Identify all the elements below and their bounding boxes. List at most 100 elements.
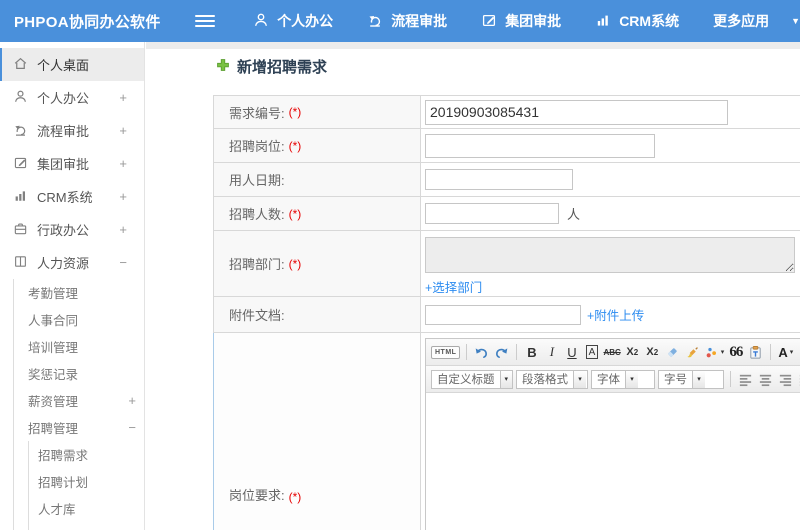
bold-button[interactable]: B: [523, 342, 540, 362]
main-content: 新增招聘需求 需求编号:(*) 招聘岗位:(*) 用人日期:: [146, 42, 800, 530]
font-style-button[interactable]: A: [585, 345, 599, 359]
redo-icon[interactable]: [493, 342, 510, 362]
custom-heading-select[interactable]: 自定义标题 ▾: [431, 369, 513, 389]
sidebar-item-workflow-approval[interactable]: 流程审批 +: [0, 114, 144, 147]
expand-icon[interactable]: +: [119, 156, 127, 171]
blockquote-button[interactable]: 66: [727, 342, 744, 362]
required-mark: (*): [288, 490, 302, 504]
user-icon: [13, 89, 28, 107]
superscript-button[interactable]: X2: [624, 342, 641, 362]
underline-button[interactable]: U: [563, 342, 580, 362]
department-textarea[interactable]: [425, 237, 795, 273]
expand-icon[interactable]: +: [119, 90, 127, 105]
paragraph-format-select[interactable]: 段落格式 ▾: [516, 369, 588, 389]
align-center-icon[interactable]: [757, 369, 774, 389]
subscript-button[interactable]: X2: [644, 342, 661, 362]
required-mark: (*): [288, 256, 302, 271]
hr-submenu: 考勤管理 人事合同 培训管理 奖惩记录 薪资管理 + 招聘管理 − 招聘需求 招…: [13, 279, 144, 530]
required-mark: (*): [288, 105, 302, 119]
sidebar-item-salary[interactable]: 薪资管理 +: [14, 387, 144, 414]
recruitment-form: 需求编号:(*) 招聘岗位:(*) 用人日期: 招聘人数:(*): [213, 95, 800, 530]
edit-icon: [13, 155, 28, 173]
form-row-demand-no: 需求编号: (*): [213, 96, 800, 129]
sidebar-item-human-resources[interactable]: 人力资源 −: [0, 246, 144, 279]
eraser-icon[interactable]: [664, 342, 681, 362]
sidebar-item-talent-pool[interactable]: 人才库: [29, 495, 144, 522]
collapse-icon[interactable]: −: [119, 255, 127, 270]
menu-toggle-icon[interactable]: [195, 15, 216, 27]
chevron-down-icon: ▾: [499, 370, 512, 388]
chevron-down-icon: ▾: [573, 370, 586, 388]
sidebar-item-training[interactable]: 培训管理: [14, 333, 144, 360]
top-nav: 个人办公 流程审批 集团审批 CRM系统 更多应用 ▼: [253, 11, 800, 31]
undo-icon[interactable]: [473, 342, 490, 362]
expand-icon[interactable]: +: [128, 393, 136, 408]
flow-icon: [367, 12, 383, 31]
color-palette-icon[interactable]: ▾: [704, 342, 724, 362]
sidebar-item-group-approval[interactable]: 集团审批 +: [0, 147, 144, 180]
sidebar-item-recruit-mgmt[interactable]: 招聘管理 −: [14, 414, 144, 441]
font-color-button[interactable]: A ▾: [777, 342, 794, 362]
form-row-position: 招聘岗位: (*): [213, 129, 800, 163]
headcount-input[interactable]: [425, 203, 559, 224]
chevron-down-icon: ▼: [791, 16, 800, 26]
recruit-submenu: 招聘需求 招聘计划 人才库: [28, 441, 144, 530]
required-mark: (*): [288, 138, 302, 153]
font-size-select[interactable]: 字号 ▾: [658, 369, 724, 389]
form-row-job-requirements: 岗位要求: (*) HTML B I U A ABC X2 X 2 ▾ 66 A…: [213, 333, 800, 530]
strikethrough-button[interactable]: ABC: [603, 342, 620, 362]
home-icon: [13, 56, 28, 74]
hire-date-input[interactable]: [425, 169, 573, 190]
flow-icon: [13, 122, 28, 140]
position-input[interactable]: [425, 133, 655, 158]
nav-group-approval[interactable]: 集团审批: [481, 11, 561, 31]
bar-chart-icon: [13, 188, 28, 206]
field-label: 岗位要求: (*): [214, 333, 421, 530]
sidebar: 个人桌面 个人办公 + 流程审批 + 集团审批 + CRM系统 + 行政办公 +…: [0, 42, 145, 530]
html-source-button[interactable]: HTML: [431, 345, 461, 359]
paste-icon[interactable]: [747, 342, 764, 362]
attachment-upload-link[interactable]: +附件上传: [587, 305, 644, 324]
form-row-headcount: 招聘人数: (*) 人: [213, 197, 800, 231]
form-row-department: 招聘部门: (*) +选择部门: [213, 231, 800, 297]
align-left-icon[interactable]: [737, 369, 754, 389]
sidebar-item-crm[interactable]: CRM系统 +: [0, 180, 144, 213]
nav-workflow-approval[interactable]: 流程审批: [367, 11, 447, 31]
field-label: 附件文档:: [214, 297, 421, 332]
sidebar-item-rewards[interactable]: 奖惩记录: [14, 360, 144, 387]
font-family-select[interactable]: 字体 ▾: [591, 369, 655, 389]
nav-personal-office[interactable]: 个人办公: [253, 11, 333, 31]
sidebar-item-recruit-plan[interactable]: 招聘计划: [29, 468, 144, 495]
add-icon: [216, 58, 230, 75]
collapse-icon[interactable]: −: [128, 420, 136, 435]
attachment-input[interactable]: [425, 304, 581, 325]
brush-icon[interactable]: [684, 342, 701, 362]
select-department-link[interactable]: +选择部门: [425, 277, 482, 296]
field-label: 招聘岗位: (*): [214, 129, 421, 162]
expand-icon[interactable]: +: [119, 189, 127, 204]
demand-no-input[interactable]: [425, 99, 728, 125]
editor-content-area[interactable]: [426, 393, 800, 530]
field-label: 招聘部门: (*): [214, 231, 421, 296]
bar-chart-icon: [595, 12, 611, 31]
app-logo[interactable]: PHPOA协同办公软件: [0, 11, 177, 32]
nav-crm-system[interactable]: CRM系统: [595, 11, 679, 31]
sidebar-item-attendance[interactable]: 考勤管理: [14, 279, 144, 306]
expand-icon[interactable]: +: [119, 222, 127, 237]
rich-text-editor: HTML B I U A ABC X2 X2 ▾ 66 A ▾ 自定义标题 ▾ …: [425, 338, 800, 530]
sidebar-item-recruit-demand[interactable]: 招聘需求: [29, 441, 144, 468]
form-row-attachment: 附件文档: +附件上传: [213, 297, 800, 333]
align-right-icon[interactable]: [777, 369, 794, 389]
sidebar-item-administration[interactable]: 行政办公 +: [0, 213, 144, 246]
field-label: 用人日期:: [214, 163, 421, 196]
editor-toolbar-row2: 自定义标题 ▾ 段落格式 ▾ 字体 ▾ 字号 ▾: [426, 366, 800, 393]
required-mark: (*): [288, 206, 302, 221]
nav-more-apps[interactable]: 更多应用 ▼: [713, 11, 800, 31]
sidebar-item-desktop[interactable]: 个人桌面: [0, 48, 144, 81]
italic-button[interactable]: I: [543, 342, 560, 362]
top-header: PHPOA协同办公软件 个人办公 流程审批 集团审批 CRM系统 更多应用 ▼: [0, 0, 800, 42]
sidebar-item-hr-contract[interactable]: 人事合同: [14, 306, 144, 333]
sidebar-item-personal-office[interactable]: 个人办公 +: [0, 81, 144, 114]
book-icon: [13, 254, 28, 272]
expand-icon[interactable]: +: [119, 123, 127, 138]
